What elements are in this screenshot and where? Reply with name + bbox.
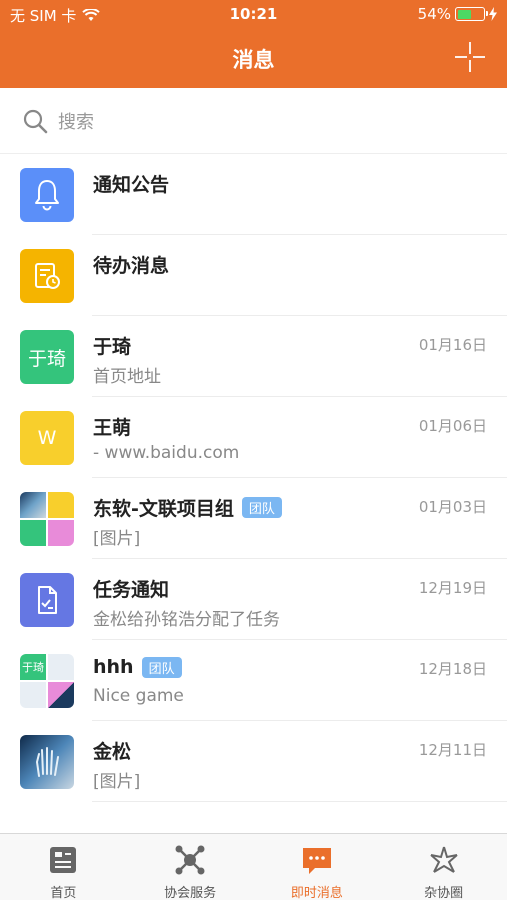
name-line: 东软-文联项目组 团队 (93, 494, 282, 521)
message-preview: 金松给孙铭浩分配了任务 (93, 610, 280, 630)
chat-icon (302, 848, 331, 874)
message-date: 12月18日 (418, 660, 487, 678)
message-item-wangmeng[interactable]: W 王萌 - www.baidu.com 01月06日 (0, 397, 507, 478)
member-avatar (48, 492, 74, 518)
task-document-icon (38, 586, 57, 614)
message-date: 12月19日 (418, 579, 487, 597)
page-title: 消息 (232, 48, 275, 72)
search-placeholder: 搜索 (58, 111, 94, 133)
name-line: 于琦 (93, 332, 131, 359)
name-line: hhh 团队 (93, 656, 182, 678)
team-tag: 团队 (241, 497, 282, 518)
tab-association-services[interactable]: 协会服务 (127, 834, 254, 900)
avatar-text: 于琦 (27, 347, 66, 370)
avatar-text: 于琦 (22, 661, 44, 674)
message-item-announcements[interactable]: 通知公告 (0, 154, 507, 235)
bell-icon (35, 180, 59, 211)
member-avatar (48, 682, 74, 708)
hand-photo-icon (20, 492, 46, 518)
message-name: 东软-文联项目组 (93, 498, 234, 520)
avatar-text: W (37, 427, 57, 449)
battery-fill (457, 9, 471, 19)
bell-avatar (20, 168, 74, 222)
avatar: 于琦 (20, 330, 74, 384)
charging-icon (489, 7, 497, 21)
message-name: 王萌 (93, 417, 132, 439)
message-name: 金松 (93, 741, 132, 763)
message-preview: [图片] (93, 529, 141, 549)
message-date: 01月03日 (418, 498, 487, 516)
message-preview: - www.baidu.com (93, 443, 240, 463)
home-icon (50, 847, 77, 873)
tab-home[interactable]: 首页 (0, 834, 127, 900)
message-date: 12月11日 (418, 741, 487, 759)
message-preview: Nice game (93, 686, 184, 706)
battery-icon (455, 7, 488, 21)
message-item-hhh[interactable]: 于琦 hhh 团队 Nice game 12月18日 (0, 640, 507, 721)
group-avatar-grid (20, 492, 74, 546)
group-avatar (20, 492, 74, 546)
message-preview: 首页地址 (93, 367, 161, 387)
add-crosshair-button[interactable] (453, 40, 487, 74)
status-right: 54% (418, 5, 497, 23)
network-icon (175, 845, 205, 875)
group-avatar-grid: 于琦 (20, 654, 74, 708)
tab-label: 首页 (50, 886, 77, 900)
name-line: 王萌 (93, 413, 131, 440)
message-item-task[interactable]: 任务通知 金松给孙铭浩分配了任务 12月19日 (0, 559, 507, 640)
message-item-project-group[interactable]: 东软-文联项目组 团队 [图片] 01月03日 (0, 478, 507, 559)
name-line: 待办消息 (93, 251, 169, 278)
shutter-icon (429, 846, 458, 873)
message-name: 通知公告 (93, 174, 170, 196)
todo-clock-icon (35, 263, 60, 289)
battery-percent: 54% (417, 5, 451, 23)
search-icon (23, 109, 48, 133)
tab-bar: 首页 协会服务 即时消息 杂协圈 (0, 833, 507, 900)
member-avatar (20, 520, 46, 546)
hand-photo-avatar (20, 735, 74, 789)
member-avatar: 于琦 (20, 654, 46, 680)
message-name: hhh (93, 656, 134, 678)
tab-instant-messages[interactable]: 即时消息 (254, 834, 381, 900)
message-name: 待办消息 (93, 255, 170, 277)
nav-header: 无 SIM 卡 10:21 54% 消息 (0, 0, 507, 88)
search-bar[interactable]: 搜索 (0, 88, 507, 154)
message-item-todo[interactable]: 待办消息 (0, 235, 507, 316)
message-date: 01月06日 (418, 417, 487, 435)
todo-avatar (20, 249, 74, 303)
message-item-jinsong[interactable]: 金松 [图片] 12月11日 (0, 721, 507, 802)
member-avatar (48, 520, 74, 546)
hand-icon (35, 747, 59, 777)
tab-label: 杂协圈 (424, 886, 464, 900)
task-avatar (20, 573, 74, 627)
status-bar: 无 SIM 卡 10:21 54% (0, 0, 507, 30)
name-line: 金松 (93, 737, 131, 764)
message-list: 通知公告 待办消息 于琦 于琦 首页地址 01月16日 W 王萌 - www.b… (0, 154, 507, 802)
tab-label: 协会服务 (164, 886, 217, 900)
team-tag: 团队 (141, 656, 182, 678)
avatar: W (20, 411, 74, 465)
message-preview: [图片] (93, 772, 141, 792)
message-name: 任务通知 (93, 579, 170, 601)
name-line: 任务通知 (93, 575, 169, 602)
message-item-yuqi[interactable]: 于琦 于琦 首页地址 01月16日 (0, 316, 507, 397)
group-avatar: 于琦 (20, 654, 74, 708)
message-date: 01月16日 (418, 336, 487, 354)
message-name: 于琦 (93, 336, 132, 358)
member-avatar (48, 654, 74, 680)
tab-label: 即时消息 (290, 886, 343, 900)
member-avatar (20, 682, 46, 708)
name-line: 通知公告 (93, 170, 169, 197)
tab-circle[interactable]: 杂协圈 (380, 834, 507, 900)
